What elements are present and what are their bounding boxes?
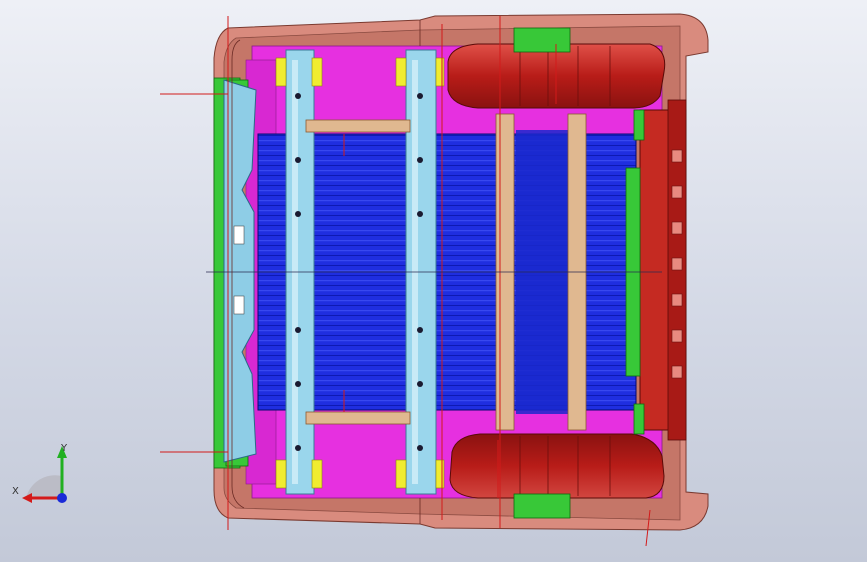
wheelhouse-bottom[interactable] [449, 433, 665, 499]
truck-bed-model[interactable] [0, 0, 867, 562]
3d-viewport[interactable]: X Y [0, 0, 867, 562]
x-axis-arrowhead [22, 493, 32, 503]
axis-triad-graphic [22, 446, 67, 503]
axis-triad: X Y [10, 438, 80, 510]
rear-tailgate-panel[interactable] [639, 99, 687, 441]
y-axis-label: Y [61, 443, 68, 454]
x-axis-label: X [12, 486, 19, 497]
front-cross-member[interactable] [223, 79, 257, 463]
z-axis-dot [57, 493, 67, 503]
